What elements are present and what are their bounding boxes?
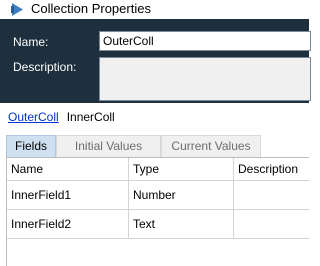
window-title: Collection Properties	[31, 1, 151, 16]
title-bar: Collection Properties	[0, 0, 309, 19]
breadcrumb-current: InnerColl	[66, 110, 115, 124]
tab-strip: Fields Initial Values Current Values	[6, 135, 262, 157]
row-divider	[7, 238, 310, 239]
table-cell-type[interactable]: Number	[129, 181, 176, 209]
fields-table: Name Type Description InnerField1 Number…	[6, 157, 310, 266]
table-cell-name[interactable]: InnerField2	[7, 210, 71, 238]
breadcrumb: OuterColl InnerColl	[8, 110, 115, 124]
description-label: Description:	[13, 60, 77, 74]
collection-icon	[11, 3, 23, 16]
properties-header: Name: Description:	[0, 19, 311, 103]
tab-fields[interactable]: Fields	[6, 135, 56, 157]
table-cell-name[interactable]: InnerField1	[7, 181, 71, 209]
column-header-description[interactable]: Description	[234, 158, 298, 180]
description-input[interactable]	[99, 57, 311, 101]
tab-current-values[interactable]: Current Values	[161, 135, 261, 157]
table-cell-description[interactable]	[234, 210, 238, 238]
table-cell-type[interactable]: Text	[129, 210, 155, 238]
breadcrumb-parent-link[interactable]: OuterColl	[8, 110, 59, 124]
name-label: Name:	[13, 35, 49, 49]
column-header-type[interactable]: Type	[129, 158, 159, 180]
name-input[interactable]	[99, 31, 311, 51]
tab-initial-values[interactable]: Initial Values	[56, 135, 161, 157]
table-cell-description[interactable]	[234, 181, 238, 209]
column-header-name[interactable]: Name	[7, 158, 43, 180]
